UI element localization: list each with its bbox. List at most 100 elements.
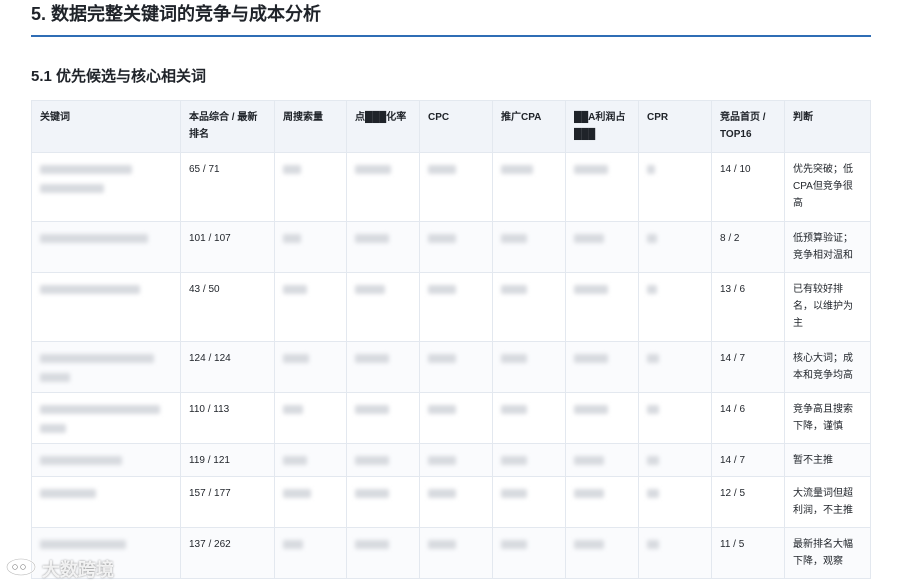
section-title: 5.1 优先候选与核心相关词 — [31, 68, 207, 85]
weekly-search-cell — [274, 443, 347, 477]
weekly-search-cell — [274, 341, 347, 393]
weekly-search-cell — [274, 152, 347, 222]
watermark-text: 大数跨境 — [42, 560, 114, 580]
conversion-rate-cell — [346, 392, 420, 444]
cpa-cell — [492, 272, 566, 342]
rank-cell: 157 / 177 — [180, 476, 275, 528]
table-row: 110 / 113 14 / 6 竞争高且搜索下降，谨慎 — [31, 392, 871, 444]
conversion-rate-cell — [346, 476, 420, 528]
cpc-cell — [419, 272, 493, 342]
cpa-cell — [492, 443, 566, 477]
judgement-cell: 低预算验证；竞争相对温和 — [784, 221, 871, 273]
keyword-cell — [31, 443, 181, 477]
keyword-cell — [31, 392, 181, 444]
table-row: 119 / 121 14 / 7 暂不主推 — [31, 443, 871, 477]
cpa-cell — [492, 392, 566, 444]
judgement-cell: 最新排名大幅下降，观察 — [784, 527, 871, 579]
header-cpc: CPC — [419, 100, 493, 153]
keyword-cell — [31, 152, 181, 222]
profit-share-cell — [565, 476, 639, 528]
conversion-rate-cell — [346, 152, 420, 222]
weekly-search-cell — [274, 221, 347, 273]
cpc-cell — [419, 443, 493, 477]
profit-share-cell — [565, 152, 639, 222]
keyword-cell — [31, 272, 181, 342]
rank-cell: 119 / 121 — [180, 443, 275, 477]
brand-logo-icon — [4, 556, 38, 583]
cpc-cell — [419, 221, 493, 273]
cpc-cell — [419, 152, 493, 222]
cpa-cell — [492, 221, 566, 273]
header-keyword: 关键词 — [31, 100, 181, 153]
page-title: 5. 数据完整关键词的竞争与成本分析 — [31, 4, 322, 24]
header-profit-share: ██A利润占███ — [565, 100, 639, 153]
judgement-cell: 已有较好排名，以维护为主 — [784, 272, 871, 342]
profit-share-cell — [565, 341, 639, 393]
rank-cell: 110 / 113 — [180, 392, 275, 444]
keyword-cell — [31, 221, 181, 273]
conversion-rate-cell — [346, 443, 420, 477]
competitor-top-cell: 12 / 5 — [711, 476, 785, 528]
cpr-cell — [638, 527, 712, 579]
weekly-search-cell — [274, 527, 347, 579]
cpc-cell — [419, 476, 493, 528]
rank-cell: 101 / 107 — [180, 221, 275, 273]
cpr-cell — [638, 341, 712, 393]
profit-share-cell — [565, 392, 639, 444]
table-row: 43 / 50 13 / 6 已有较好排名，以维护为主 — [31, 272, 871, 342]
conversion-rate-cell — [346, 341, 420, 393]
table-row: 124 / 124 14 / 7 核心大词；成本和竞争均高 — [31, 341, 871, 393]
table-row: 137 / 262 11 / 5 最新排名大幅下降，观察 — [31, 527, 871, 579]
competitor-top-cell: 14 / 6 — [711, 392, 785, 444]
table-row: 65 / 71 14 / 10 优先突破；低CPA但竞争很高 — [31, 152, 871, 222]
cpa-cell — [492, 152, 566, 222]
keyword-table: 关键词 本品综合 / 最新排名 周搜索量 点███化率 CPC 推广CPA ██… — [31, 100, 871, 579]
weekly-search-cell — [274, 272, 347, 342]
profit-share-cell — [565, 443, 639, 477]
rank-cell: 137 / 262 — [180, 527, 275, 579]
table-row: 157 / 177 12 / 5 大流量词但超利润，不主推 — [31, 476, 871, 528]
cpr-cell — [638, 392, 712, 444]
rank-cell: 43 / 50 — [180, 272, 275, 342]
header-conversion-rate: 点███化率 — [346, 100, 420, 153]
conversion-rate-cell — [346, 527, 420, 579]
watermark: 大数跨境 — [4, 556, 114, 582]
judgement-cell: 优先突破；低CPA但竞争很高 — [784, 152, 871, 222]
title-underline — [31, 35, 871, 37]
cpr-cell — [638, 221, 712, 273]
table-header-row: 关键词 本品综合 / 最新排名 周搜索量 点███化率 CPC 推广CPA ██… — [31, 100, 871, 153]
conversion-rate-cell — [346, 272, 420, 342]
header-judgement: 判断 — [784, 100, 871, 153]
competitor-top-cell: 14 / 10 — [711, 152, 785, 222]
judgement-cell: 大流量词但超利润，不主推 — [784, 476, 871, 528]
competitor-top-cell: 8 / 2 — [711, 221, 785, 273]
judgement-cell: 竞争高且搜索下降，谨慎 — [784, 392, 871, 444]
cpc-cell — [419, 341, 493, 393]
competitor-top-cell: 11 / 5 — [711, 527, 785, 579]
table-row: 101 / 107 8 / 2 低预算验证；竞争相对温和 — [31, 221, 871, 273]
weekly-search-cell — [274, 392, 347, 444]
competitor-top-cell: 14 / 7 — [711, 341, 785, 393]
header-rank: 本品综合 / 最新排名 — [180, 100, 275, 153]
competitor-top-cell: 13 / 6 — [711, 272, 785, 342]
conversion-rate-cell — [346, 221, 420, 273]
header-weekly-search: 周搜索量 — [274, 100, 347, 153]
header-cpr: CPR — [638, 100, 712, 153]
cpa-cell — [492, 527, 566, 579]
cpr-cell — [638, 272, 712, 342]
cpc-cell — [419, 392, 493, 444]
header-cpa: 推广CPA — [492, 100, 566, 153]
cpa-cell — [492, 476, 566, 528]
rank-cell: 124 / 124 — [180, 341, 275, 393]
weekly-search-cell — [274, 476, 347, 528]
judgement-cell: 核心大词；成本和竞争均高 — [784, 341, 871, 393]
cpr-cell — [638, 476, 712, 528]
cpc-cell — [419, 527, 493, 579]
keyword-cell — [31, 476, 181, 528]
header-competitor-top: 竞品首页 / TOP16 — [711, 100, 785, 153]
rank-cell: 65 / 71 — [180, 152, 275, 222]
competitor-top-cell: 14 / 7 — [711, 443, 785, 477]
keyword-cell — [31, 341, 181, 393]
judgement-cell: 暂不主推 — [784, 443, 871, 477]
profit-share-cell — [565, 272, 639, 342]
